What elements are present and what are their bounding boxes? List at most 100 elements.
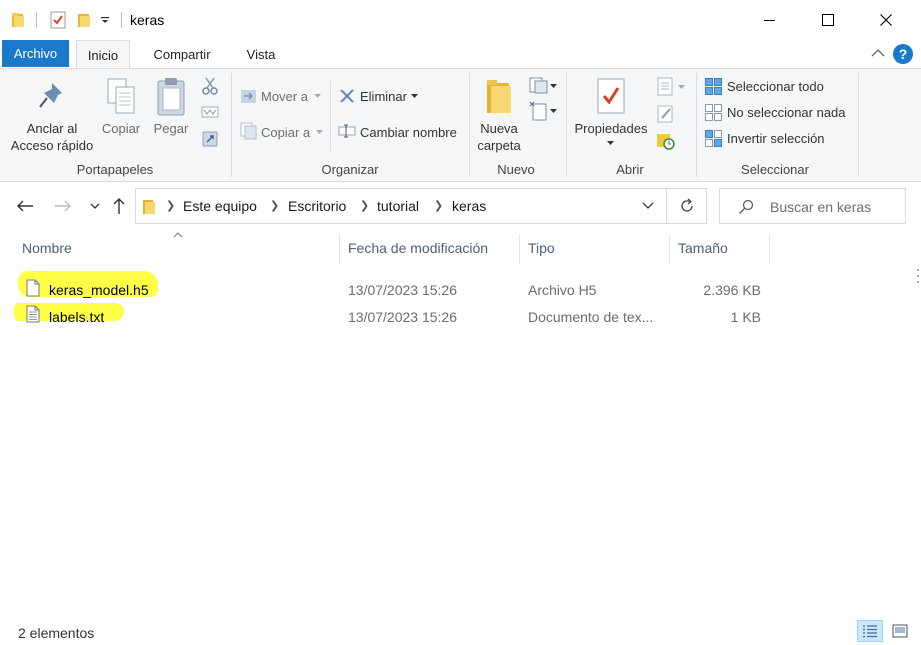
refresh-icon	[680, 198, 693, 212]
group-clipboard-label: Portapapeles	[76, 162, 154, 177]
group-new-label: Nuevo	[497, 162, 535, 177]
group-open-label: Abrir	[616, 162, 644, 177]
column-separator[interactable]	[669, 234, 670, 264]
open-icon[interactable]	[657, 77, 675, 97]
paste-label: Pegar	[153, 121, 189, 136]
paste-icon	[157, 78, 185, 116]
new-folder-quick-icon[interactable]	[76, 10, 92, 30]
search-placeholder: Buscar en keras	[770, 199, 872, 215]
column-header-size[interactable]: Tamaño	[678, 240, 728, 256]
large-icons-view-icon	[892, 624, 908, 638]
arrow-right-icon	[55, 200, 71, 212]
delete-label: Eliminar	[360, 89, 407, 104]
breadcrumb-this-pc[interactable]: Este equipo	[183, 198, 257, 214]
recent-locations-button[interactable]	[84, 194, 106, 218]
chevron-down-icon	[90, 203, 100, 209]
select-all-label: Seleccionar todo	[727, 79, 824, 94]
new-item-icon	[529, 77, 548, 94]
file-name[interactable]: labels.txt	[49, 309, 104, 325]
file-row[interactable]: labels.txt 13/07/2023 15:26 Documento de…	[0, 303, 921, 331]
column-header-modified[interactable]: Fecha de modificación	[348, 240, 488, 256]
close-button[interactable]	[857, 0, 915, 40]
copy-to-label: Copiar a	[261, 125, 311, 140]
properties-quick-icon[interactable]	[48, 10, 68, 30]
tab-share[interactable]: Compartir	[140, 40, 224, 68]
new-folder-label-line2: carpeta	[477, 138, 521, 153]
chevron-down-icon	[314, 94, 321, 98]
refresh-button[interactable]	[667, 188, 707, 224]
details-view-icon	[863, 625, 877, 638]
chevron-down-icon	[550, 84, 557, 88]
minimize-button[interactable]	[741, 0, 799, 40]
chevron-down-icon	[550, 109, 557, 113]
ribbon-separator	[231, 73, 232, 177]
search-icon	[739, 199, 754, 214]
pin-icon	[39, 83, 62, 108]
properties-icon	[597, 78, 625, 114]
ribbon: Anclar al Acceso rápido Copiar Pegar Por…	[0, 68, 921, 182]
breadcrumb-tutorial[interactable]: tutorial	[377, 198, 419, 214]
file-size: 1 KB	[730, 309, 761, 325]
new-folder-label-line1: Nueva	[480, 121, 518, 136]
status-item-count: 2 elementos	[18, 625, 95, 641]
pin-label-line2: Acceso rápido	[10, 138, 94, 153]
column-separator[interactable]	[339, 234, 340, 264]
chevron-down-icon[interactable]	[642, 202, 654, 210]
quick-access-separator	[36, 12, 37, 28]
file-icon	[26, 279, 40, 297]
maximize-icon	[822, 14, 834, 26]
breadcrumb-desktop[interactable]: Escritorio	[288, 198, 346, 214]
arrow-left-icon	[17, 200, 33, 212]
help-button[interactable]: ?	[893, 44, 913, 64]
cut-icon[interactable]	[202, 77, 218, 95]
move-to-icon	[241, 90, 256, 103]
customize-quick-access-icon[interactable]	[98, 10, 112, 30]
address-bar[interactable]: ❯ Este equipo ❯ Escritorio ❯ tutorial ❯ …	[135, 188, 667, 224]
edit-icon[interactable]	[657, 105, 675, 123]
search-box[interactable]: Buscar en keras	[719, 188, 906, 224]
minimize-icon	[764, 20, 775, 21]
file-name[interactable]: keras_model.h5	[49, 282, 149, 298]
column-separator[interactable]	[519, 234, 520, 264]
file-row[interactable]: keras_model.h5 13/07/2023 15:26 Archivo …	[0, 271, 921, 304]
large-icons-view-button[interactable]	[887, 620, 913, 642]
column-separator[interactable]	[769, 234, 770, 264]
easy-access-icon	[529, 101, 547, 121]
paste-shortcut-icon[interactable]	[202, 129, 218, 147]
ribbon-tabs: Archivo Inicio Compartir Vista	[0, 40, 921, 69]
title-separator	[121, 12, 122, 28]
details-view-button[interactable]	[857, 620, 883, 642]
copy-icon	[107, 78, 135, 114]
tab-view[interactable]: Vista	[236, 40, 286, 68]
file-size: 2.396 KB	[703, 282, 761, 298]
breadcrumb-separator: ❯	[434, 200, 444, 212]
invert-selection-label: Invertir selección	[727, 131, 825, 146]
copy-to-icon	[240, 122, 257, 140]
file-type: Archivo H5	[528, 282, 597, 298]
chevron-down-icon	[678, 85, 685, 89]
breadcrumb-keras[interactable]: keras	[452, 198, 486, 214]
file-modified: 13/07/2023 15:26	[348, 282, 457, 298]
column-header-type[interactable]: Tipo	[528, 240, 555, 256]
up-button[interactable]	[108, 194, 130, 218]
tab-home[interactable]: Inicio	[76, 40, 130, 69]
chevron-down-icon	[411, 94, 418, 98]
back-button[interactable]	[14, 194, 36, 218]
scrollbar-marker[interactable]	[916, 268, 920, 284]
ribbon-separator	[696, 73, 697, 177]
group-select-label: Seleccionar	[741, 162, 809, 177]
forward-button[interactable]	[52, 194, 74, 218]
pin-label-line1: Anclar al	[26, 121, 78, 136]
column-header-name[interactable]: Nombre	[22, 240, 72, 256]
collapse-ribbon-button[interactable]	[871, 44, 885, 62]
copy-path-icon[interactable]	[201, 105, 219, 119]
delete-icon	[340, 89, 354, 103]
select-none-icon	[705, 104, 722, 121]
ribbon-separator	[858, 73, 859, 177]
tab-file[interactable]: Archivo	[2, 40, 69, 67]
history-icon[interactable]	[656, 131, 676, 151]
maximize-button[interactable]	[799, 0, 857, 40]
window-title: keras	[130, 12, 165, 28]
group-organize-label: Organizar	[321, 162, 379, 177]
move-to-label: Mover a	[261, 89, 308, 104]
